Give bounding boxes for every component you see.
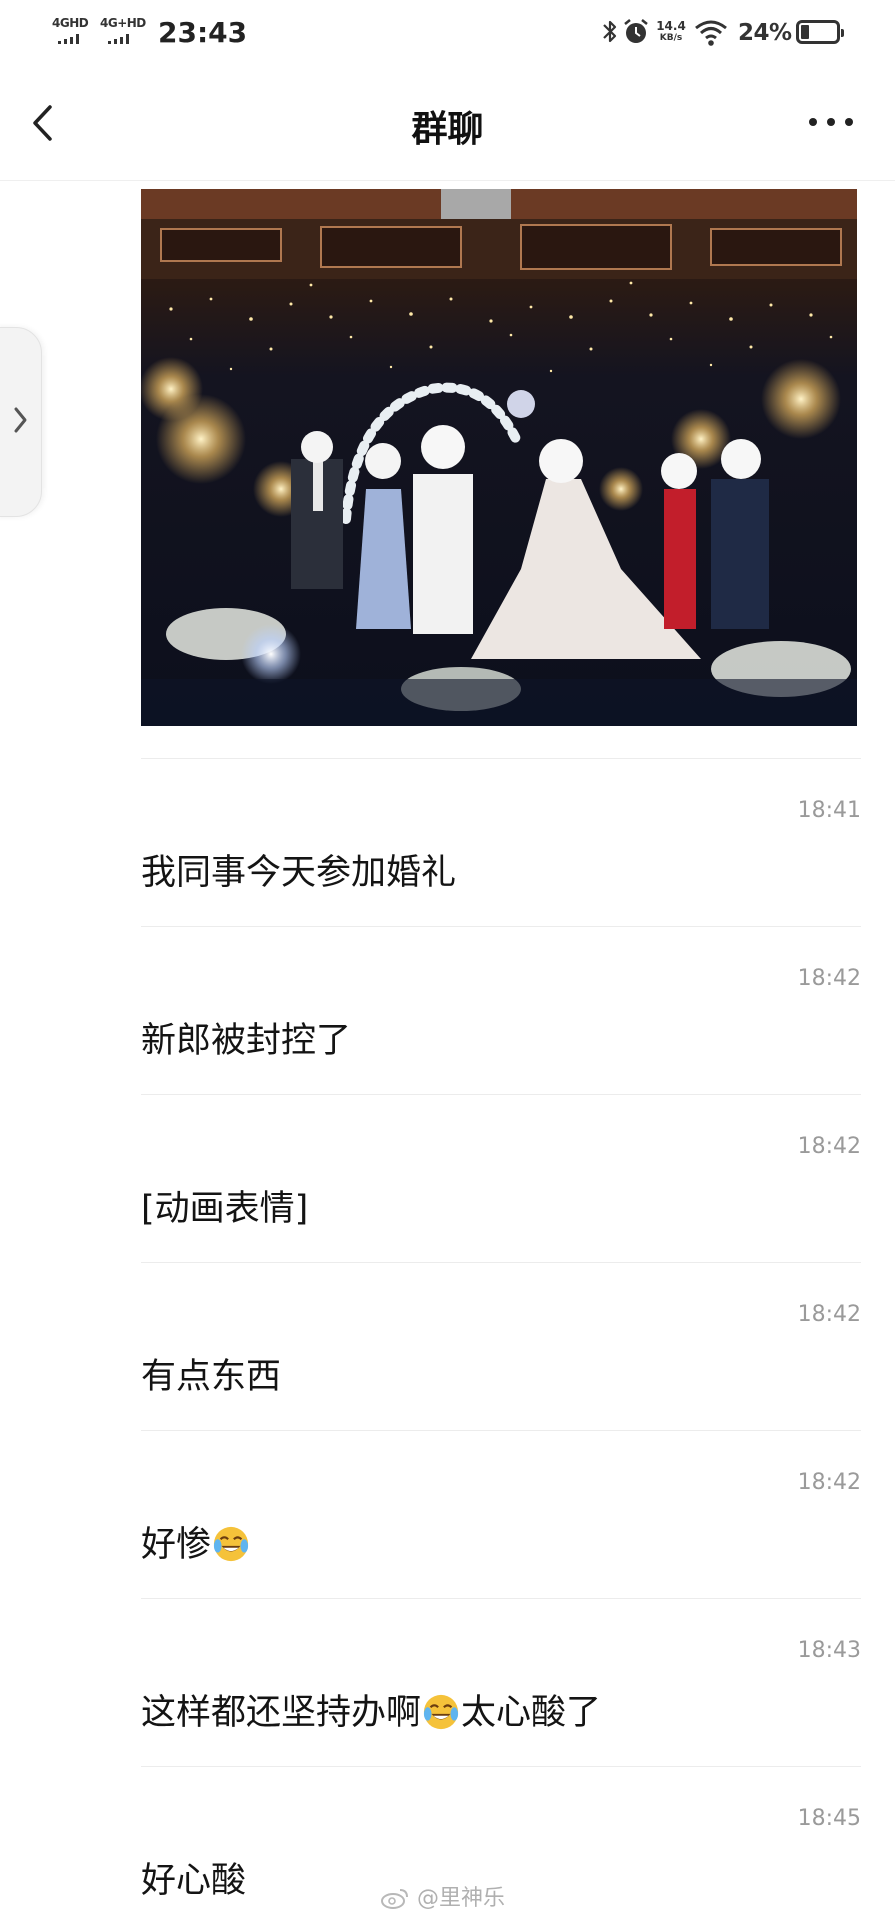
message-text: 好惨 xyxy=(141,1516,251,1567)
wifi-icon xyxy=(695,20,727,46)
crying-laughing-emoji-icon xyxy=(213,1526,249,1562)
chevron-right-icon xyxy=(14,407,27,433)
message-time: 18:42 xyxy=(797,1302,861,1327)
page-title: 群聊 xyxy=(411,109,484,150)
message-time: 18:42 xyxy=(797,966,861,991)
message-text: [动画表情] xyxy=(141,1189,309,1229)
side-drawer-handle[interactable] xyxy=(0,327,42,517)
message-item[interactable]: 18:43 这样都还坚持办啊 太心酸了 xyxy=(141,1598,861,1766)
message-time: 18:42 xyxy=(797,1134,861,1159)
crying-laughing-emoji-icon xyxy=(423,1694,459,1730)
battery-percent: 24% xyxy=(738,20,792,46)
message-divider xyxy=(141,1430,861,1431)
message-time: 18:42 xyxy=(797,1470,861,1495)
message-time: 18:41 xyxy=(797,798,861,823)
message-item[interactable]: 18:42 好惨 xyxy=(141,1430,861,1598)
message-divider xyxy=(141,758,861,759)
chat-image-wedding-photo[interactable] xyxy=(141,189,857,726)
battery-icon xyxy=(796,20,844,44)
message-divider xyxy=(141,1262,861,1263)
message-time: 18:45 xyxy=(797,1806,861,1831)
more-dots-icon[interactable] xyxy=(809,106,855,136)
message-divider xyxy=(141,1094,861,1095)
signal-2-label: 4G+HD xyxy=(100,16,146,30)
message-divider xyxy=(141,926,861,927)
message-text: 好心酸 xyxy=(141,1861,247,1901)
message-text-part: 这样都还坚持办啊 xyxy=(141,1693,422,1733)
message-item[interactable]: 18:42 有点东西 xyxy=(141,1262,861,1430)
message-item[interactable]: 18:41 我同事今天参加婚礼 xyxy=(141,758,861,926)
message-divider xyxy=(141,1598,861,1599)
battery-fill xyxy=(801,25,809,39)
net-speed-unit: KB/s xyxy=(659,33,683,43)
weibo-logo-icon xyxy=(381,1889,408,1909)
alarm-icon xyxy=(624,19,648,43)
chat-header: 群聊 xyxy=(0,70,895,181)
bluetooth-icon xyxy=(603,20,617,43)
message-item[interactable]: 18:42 [动画表情] xyxy=(141,1094,861,1262)
message-text-part: 太心酸了 xyxy=(461,1693,602,1733)
net-speed-value: 14.4 xyxy=(656,19,686,33)
watermark-text: @里神乐 xyxy=(417,1886,506,1911)
message-time: 18:43 xyxy=(797,1638,861,1663)
message-divider xyxy=(141,1766,861,1767)
message-text: 有点东西 xyxy=(141,1357,282,1397)
network-speed: 14.4 KB/s xyxy=(655,20,687,56)
watermark: @里神乐 xyxy=(380,1880,505,1912)
message-item[interactable]: 18:42 新郎被封控了 xyxy=(141,926,861,1094)
status-bar: 4GHD 4G+HD 23:43 14.4 KB/s 24% xyxy=(0,0,895,70)
signal-bars-1-icon xyxy=(58,34,88,44)
message-text: 我同事今天参加婚礼 xyxy=(141,853,457,893)
message-text: 这样都还坚持办啊 太心酸了 xyxy=(141,1684,601,1735)
signal-1-label: 4GHD xyxy=(52,16,89,30)
wedding-photo-illustration xyxy=(141,189,857,726)
signal-bars-2-icon xyxy=(108,34,138,44)
message-text-part: 好惨 xyxy=(141,1525,212,1565)
status-time: 23:43 xyxy=(158,16,248,49)
message-text: 新郎被封控了 xyxy=(141,1021,352,1061)
